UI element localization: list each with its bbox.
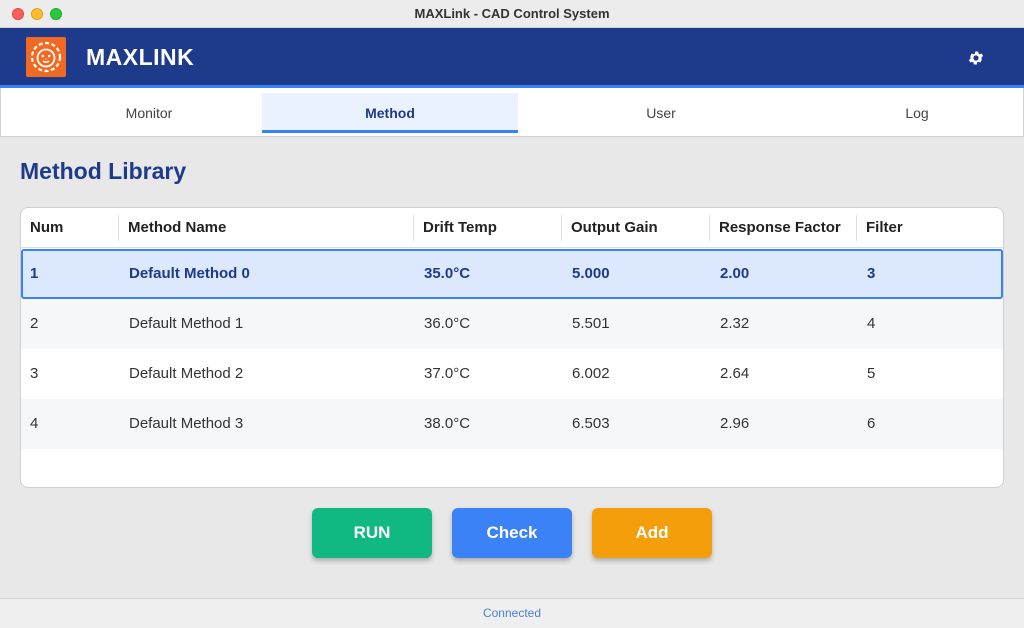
table-row[interactable]: 2 Default Method 1 36.0°C 5.501 2.32 4	[21, 299, 1003, 349]
column-header-filter[interactable]: Filter	[856, 215, 903, 241]
method-table: Num Method Name Drift Temp Output Gain R…	[20, 207, 1004, 488]
status-bar: Connected	[0, 598, 1024, 628]
cell-num: 2	[30, 315, 39, 332]
column-header-output-gain[interactable]: Output Gain	[561, 215, 658, 241]
column-header-response-factor[interactable]: Response Factor	[709, 215, 841, 241]
cell-output-gain: 5.000	[572, 265, 610, 282]
cell-response-factor: 2.64	[720, 365, 750, 382]
gear-icon[interactable]	[962, 44, 990, 72]
tab-user[interactable]: User	[533, 93, 789, 133]
table-row[interactable]: 4 Default Method 3 38.0°C 6.503 2.96 6	[21, 399, 1003, 449]
main-tabs: Monitor Method User Log	[0, 88, 1024, 137]
page-title: Method Library	[20, 158, 187, 184]
cell-drift-temp: 37.0°C	[424, 365, 471, 382]
cell-filter: 6	[867, 415, 876, 432]
cell-method-name: Default Method 0	[129, 265, 250, 282]
cell-drift-temp: 38.0°C	[424, 415, 471, 432]
cell-filter: 5	[867, 365, 876, 382]
cell-output-gain: 6.002	[572, 365, 610, 382]
cell-response-factor: 2.00	[720, 265, 750, 282]
column-header-method-name[interactable]: Method Name	[118, 215, 226, 241]
cell-method-name: Default Method 2	[129, 365, 244, 382]
cell-response-factor: 2.32	[720, 315, 750, 332]
table-row[interactable]: 3 Default Method 2 37.0°C 6.002 2.64 5	[21, 349, 1003, 399]
cell-filter: 3	[867, 265, 876, 282]
tab-method[interactable]: Method	[262, 93, 518, 133]
cell-drift-temp: 36.0°C	[424, 315, 471, 332]
cell-response-factor: 2.96	[720, 415, 750, 432]
window-title: MAXLink - CAD Control System	[414, 6, 610, 21]
brand-name: MAXLINK	[86, 44, 195, 70]
cell-filter: 4	[867, 315, 876, 332]
add-button[interactable]: Add	[592, 508, 712, 558]
window-titlebar: MAXLink - CAD Control System	[0, 0, 1024, 28]
app-header: MAXLINK	[0, 28, 1024, 88]
column-header-num[interactable]: Num	[21, 208, 63, 248]
cell-num: 3	[30, 365, 39, 382]
cell-method-name: Default Method 3	[129, 415, 244, 432]
cell-method-name: Default Method 1	[129, 315, 244, 332]
cell-num: 4	[30, 415, 39, 432]
column-header-drift-temp[interactable]: Drift Temp	[413, 215, 497, 241]
tab-monitor[interactable]: Monitor	[21, 93, 277, 133]
cell-drift-temp: 35.0°C	[424, 265, 471, 282]
run-button[interactable]: RUN	[312, 508, 432, 558]
tab-log[interactable]: Log	[789, 93, 1024, 133]
table-header: Num Method Name Drift Temp Output Gain R…	[21, 208, 1003, 248]
connection-status: Connected	[482, 606, 542, 620]
table-row[interactable]: 1 Default Method 0 35.0°C 5.000 2.00 3	[21, 249, 1003, 299]
cell-output-gain: 5.501	[572, 315, 610, 332]
lion-logo-icon	[26, 37, 66, 77]
cell-output-gain: 6.503	[572, 415, 610, 432]
check-button[interactable]: Check	[452, 508, 572, 558]
cell-num: 1	[30, 265, 39, 282]
